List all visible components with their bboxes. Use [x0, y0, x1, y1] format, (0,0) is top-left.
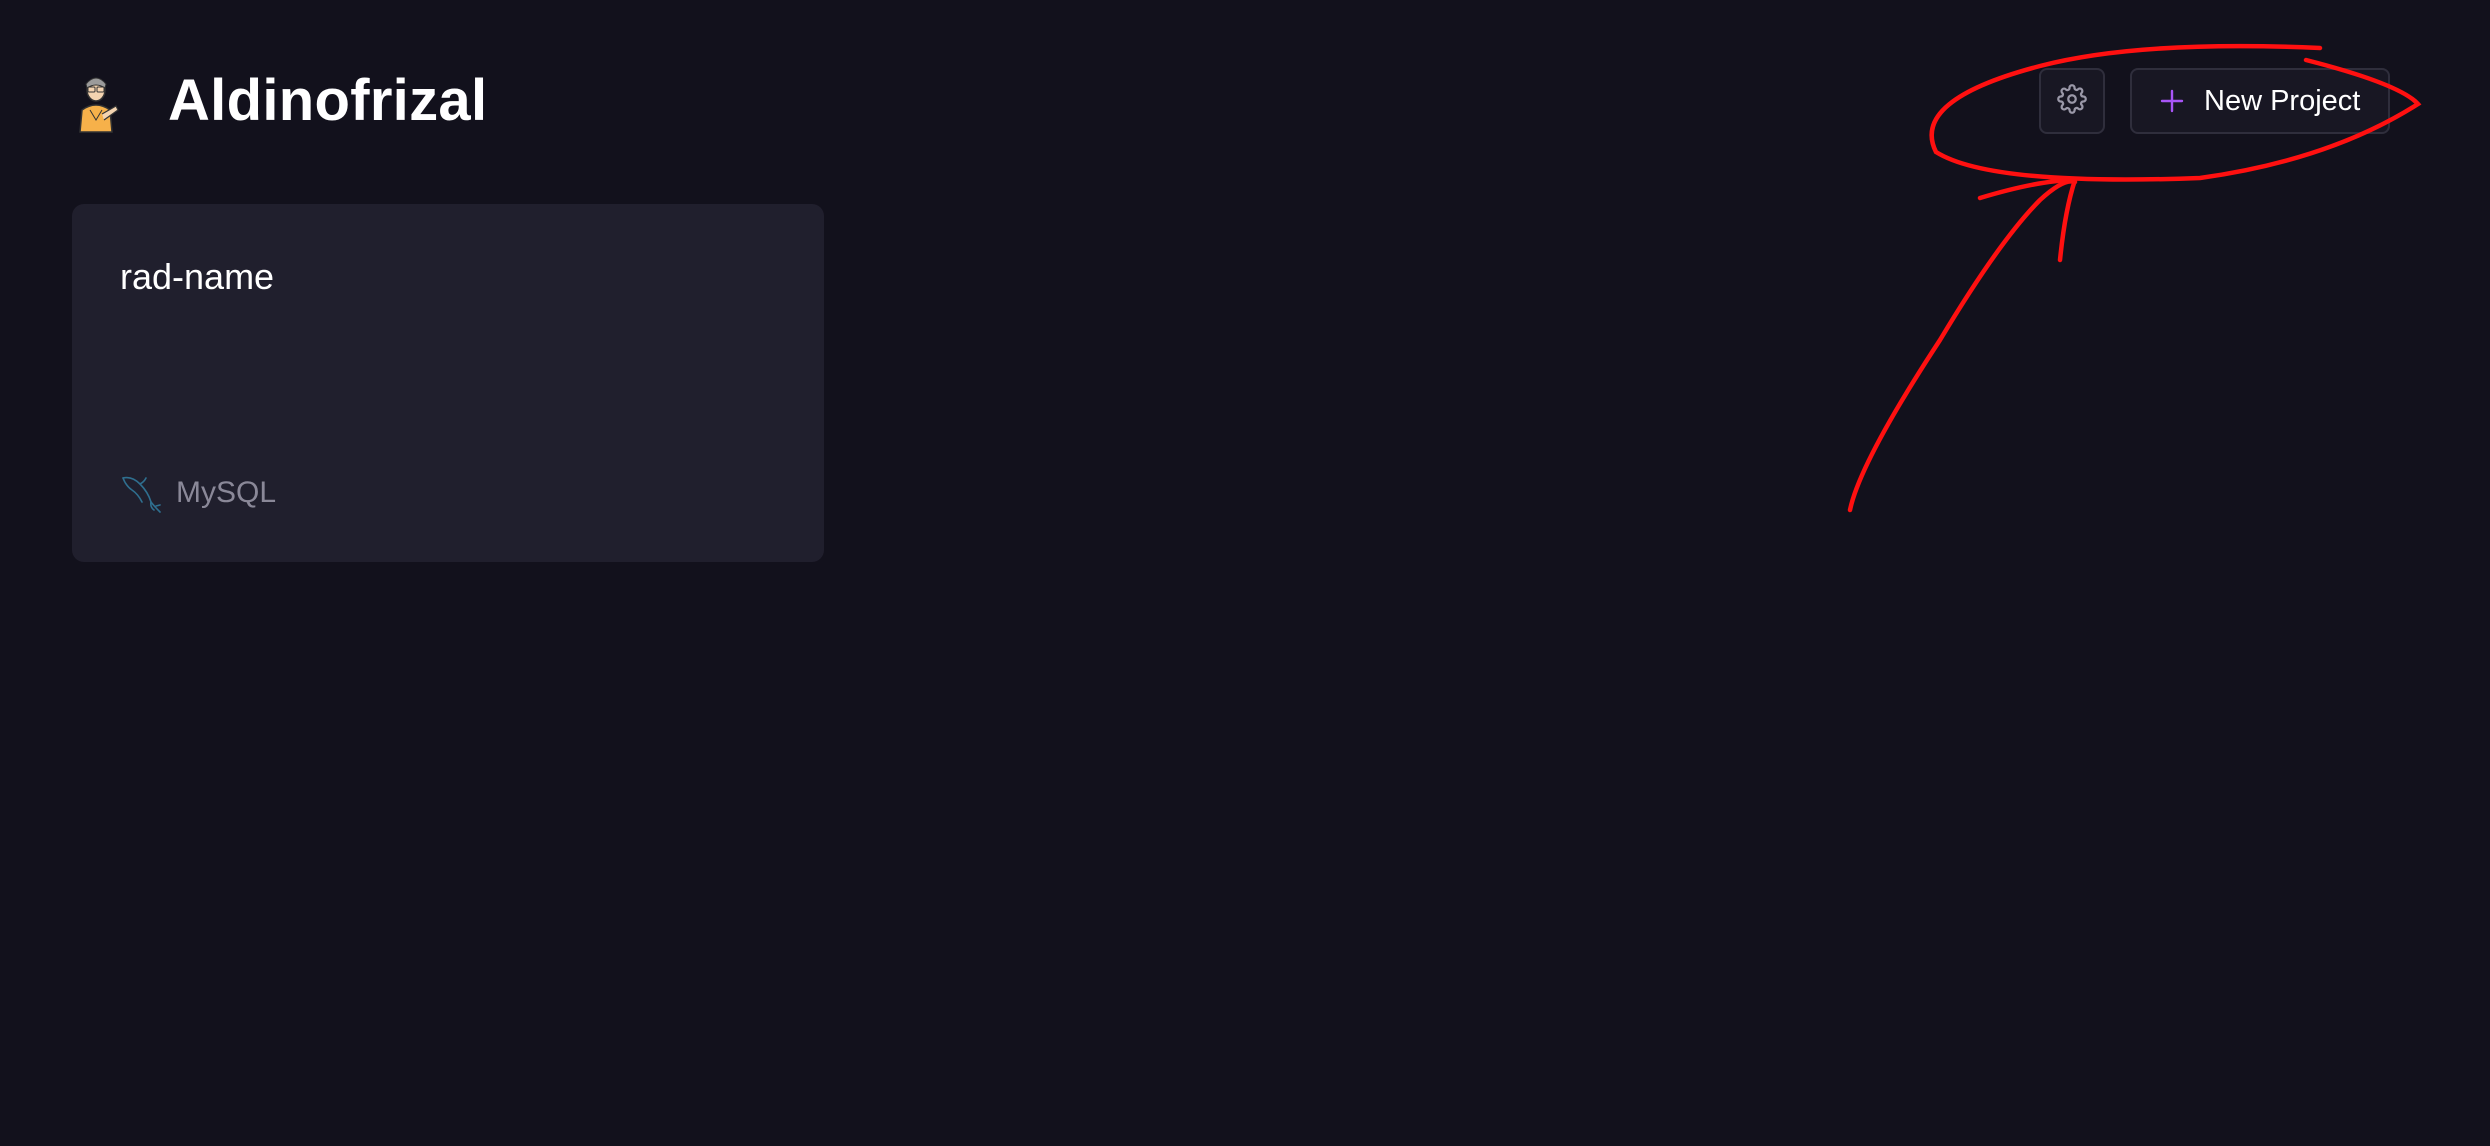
- settings-button[interactable]: [2039, 68, 2105, 134]
- project-card[interactable]: rad-name MySQL: [72, 204, 824, 562]
- gear-icon: [2057, 83, 2087, 119]
- mysql-dolphin-icon: [120, 472, 162, 514]
- database-label: MySQL: [176, 476, 277, 509]
- project-dashboard: Aldinofrizal New Project rad-name MySQL: [0, 0, 2490, 1146]
- new-project-label: New Project: [2204, 84, 2361, 117]
- person-avatar-icon: [72, 70, 120, 134]
- plus-icon: [2160, 89, 2184, 113]
- project-name: rad-name: [120, 256, 275, 297]
- page-title: Aldinofrizal: [168, 68, 488, 133]
- new-project-button[interactable]: New Project: [2130, 68, 2390, 134]
- red-annotation-marker: [1847, 43, 2422, 513]
- database-type: MySQL: [120, 472, 276, 514]
- header-actions: New Project: [2039, 68, 2390, 134]
